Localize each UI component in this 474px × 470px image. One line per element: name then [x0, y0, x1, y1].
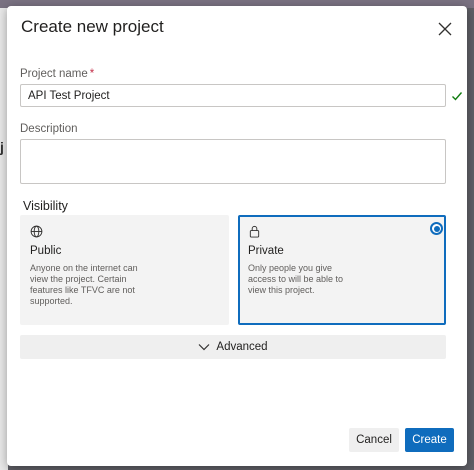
private-radio[interactable] — [430, 222, 443, 235]
private-description: Only people you give access to will be a… — [248, 263, 344, 295]
description-label: Description — [20, 123, 78, 135]
cancel-button[interactable]: Cancel — [349, 428, 399, 452]
public-description: Anyone on the internet can view the proj… — [30, 263, 138, 306]
chevron-down-icon — [198, 344, 210, 351]
visibility-option-private[interactable]: Private Only people you give access to w… — [238, 215, 446, 325]
checkmark-icon — [452, 92, 463, 101]
visibility-label: Visibility — [23, 199, 68, 213]
close-button[interactable] — [435, 19, 455, 39]
description-input[interactable] — [20, 139, 446, 184]
create-button[interactable]: Create — [405, 428, 454, 452]
create-project-dialog: Create new project Project name* Descrip… — [7, 6, 467, 466]
private-title: Private — [248, 245, 284, 257]
project-name-label: Project name * — [20, 68, 94, 80]
advanced-label: Advanced — [216, 341, 268, 353]
lock-icon — [249, 225, 260, 238]
close-icon — [438, 22, 452, 36]
required-marker: * — [89, 68, 95, 80]
visibility-option-public[interactable]: Public Anyone on the internet can view t… — [20, 215, 229, 325]
globe-icon — [30, 225, 43, 238]
project-name-label-text: Project name — [20, 68, 88, 80]
radio-selected-dot — [433, 225, 440, 232]
public-title: Public — [30, 245, 62, 257]
project-name-input[interactable] — [20, 84, 446, 107]
advanced-toggle[interactable]: Advanced — [20, 335, 446, 359]
dialog-title: Create new project — [21, 17, 164, 36]
